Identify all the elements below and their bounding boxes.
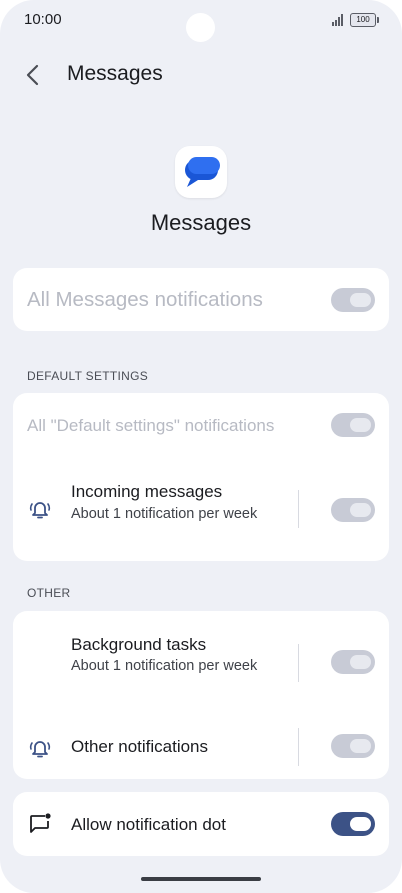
notification-dot-toggle[interactable]	[331, 812, 375, 836]
row-divider	[298, 490, 299, 528]
bell-ringing-icon	[29, 502, 51, 519]
top-app-bar: Messages	[0, 52, 402, 96]
incoming-messages-subtitle: About 1 notification per week	[71, 506, 258, 522]
section-default-settings: DEFAULT SETTINGS	[27, 369, 149, 383]
messages-app-icon	[175, 146, 227, 198]
all-notifications-toggle[interactable]	[331, 288, 375, 312]
background-tasks-subtitle: About 1 notification per week	[71, 658, 258, 674]
camera-cutout	[186, 13, 215, 42]
other-notifications-title: Other notifications	[71, 737, 209, 756]
app-name: Messages	[150, 210, 252, 235]
default-settings-card: All "Default settings" notifications Inc…	[13, 393, 389, 561]
notification-dot-title: Allow notification dot	[71, 815, 226, 834]
battery-icon: 100	[350, 13, 379, 27]
default-settings-all-toggle[interactable]	[331, 413, 375, 437]
bell-ringing-icon	[29, 741, 51, 758]
status-bar: 10:00 100	[0, 0, 402, 42]
incoming-messages-toggle[interactable]	[331, 498, 375, 522]
background-tasks-title: Background tasks	[71, 635, 207, 654]
other-notifications-row[interactable]: Other notifications	[13, 715, 389, 779]
status-time: 10:00	[24, 11, 62, 28]
incoming-messages-title: Incoming messages	[71, 482, 223, 501]
background-tasks-toggle[interactable]	[331, 650, 375, 674]
default-settings-all-label: All "Default settings" notifications	[27, 416, 275, 435]
notification-dot-card[interactable]: Allow notification dot	[13, 792, 389, 856]
other-notifications-toggle[interactable]	[331, 734, 375, 758]
default-settings-all-row[interactable]: All "Default settings" notifications	[13, 393, 389, 457]
other-card: Background tasks About 1 notification pe…	[13, 611, 389, 779]
message-dot-icon	[30, 813, 51, 833]
page-title: Messages	[67, 62, 163, 85]
back-arrow-icon	[26, 64, 39, 86]
signal-icon	[332, 14, 346, 26]
row-divider	[298, 728, 299, 766]
all-notifications-label: All Messages notifications	[27, 288, 263, 311]
home-indicator[interactable]	[141, 877, 261, 881]
section-other: OTHER	[27, 586, 71, 600]
back-button[interactable]	[16, 56, 52, 92]
master-notifications-card[interactable]: All Messages notifications	[13, 268, 389, 331]
phone-screen: 10:00 100 Messages Messages All Messages…	[0, 0, 402, 893]
background-tasks-row[interactable]: Background tasks About 1 notification pe…	[13, 611, 389, 715]
incoming-messages-row[interactable]: Incoming messages About 1 notification p…	[13, 457, 389, 561]
row-divider	[298, 644, 299, 682]
